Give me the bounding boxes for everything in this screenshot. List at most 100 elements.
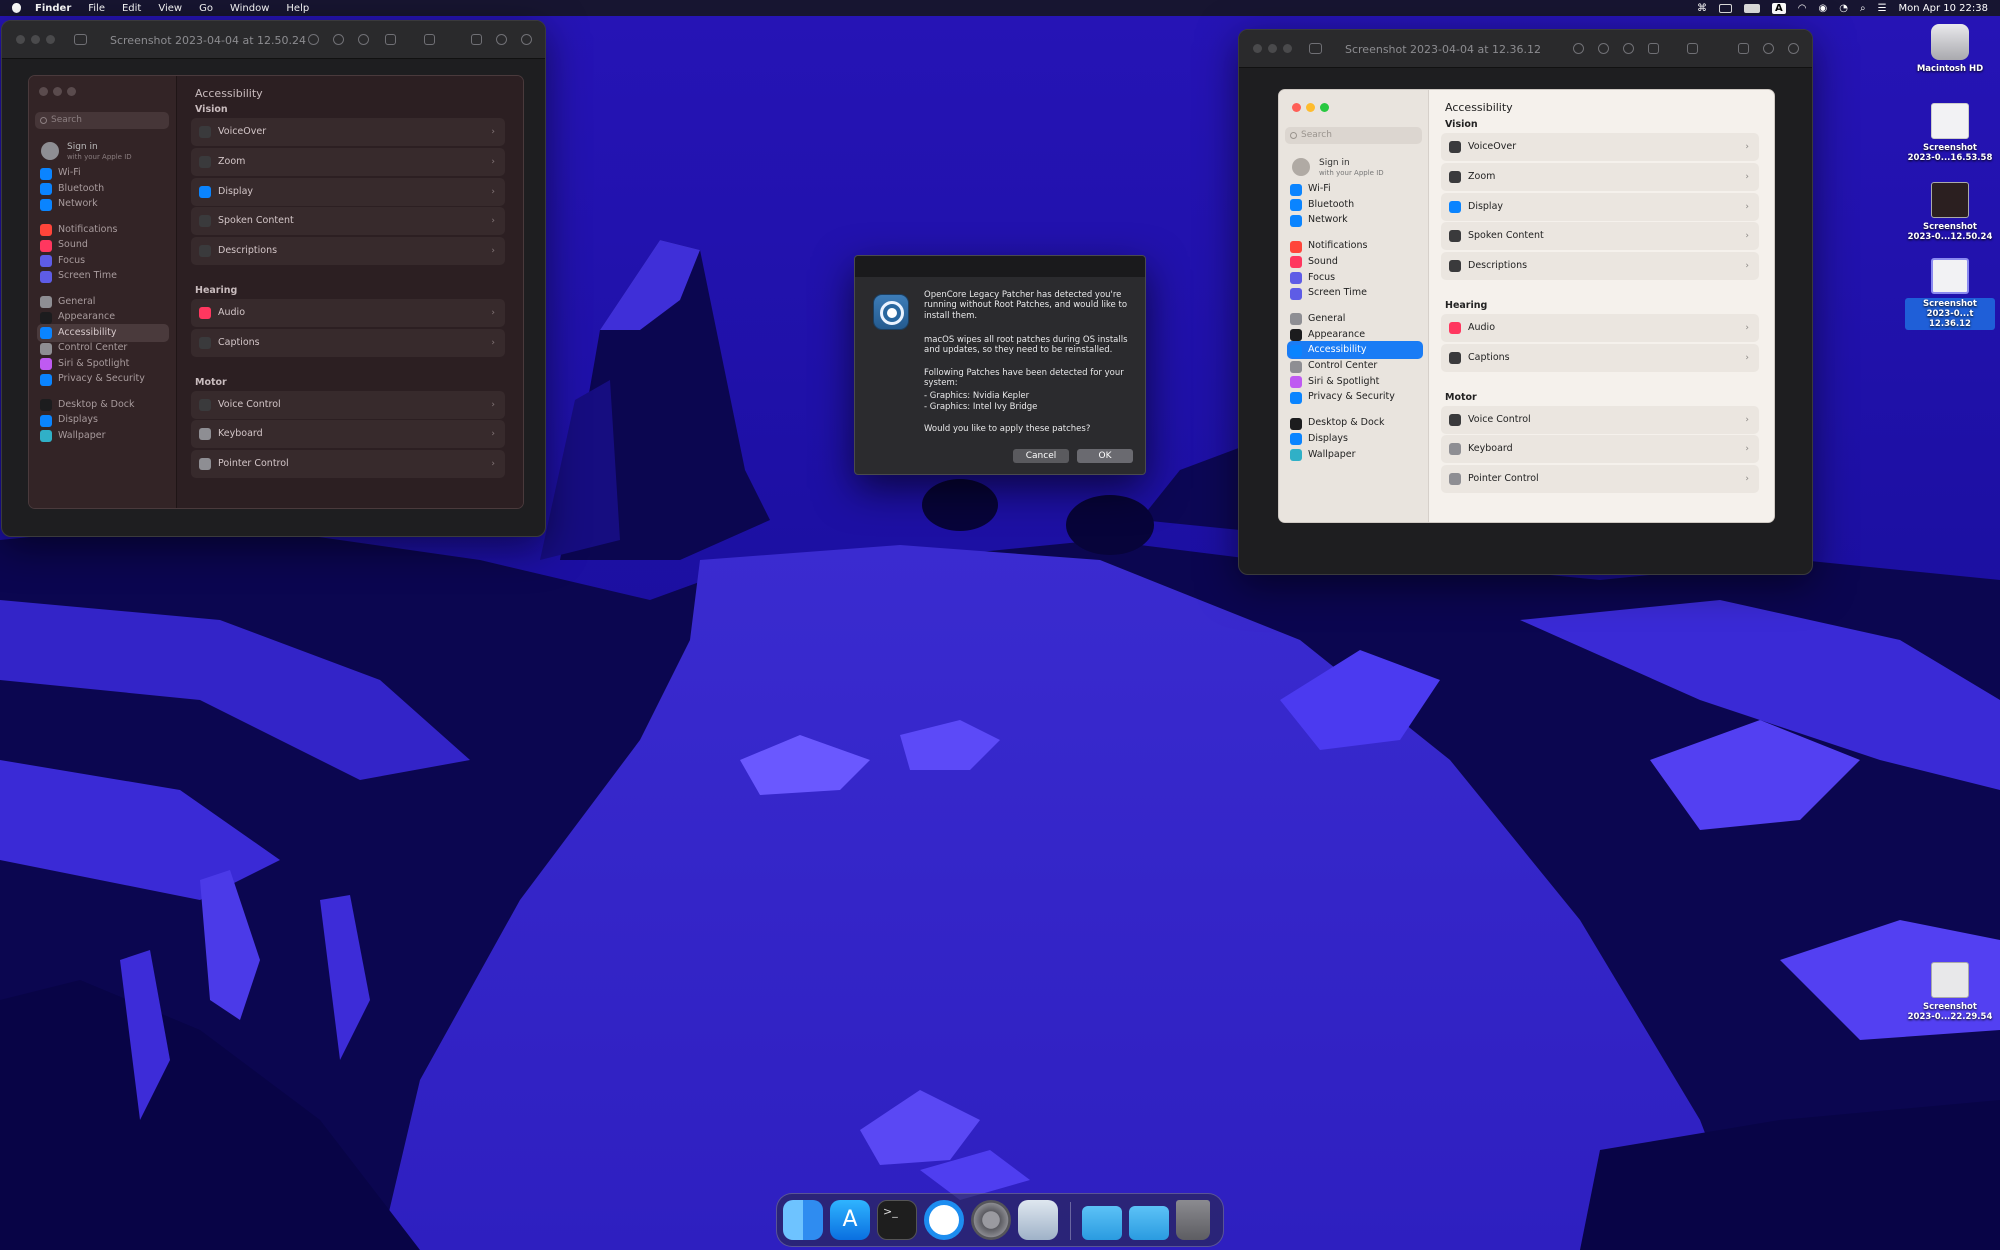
- markup-icon[interactable]: [424, 34, 435, 45]
- chevron-right-icon: ›: [491, 216, 495, 227]
- hand-icon: [1290, 391, 1302, 404]
- app-store-icon[interactable]: A: [830, 1200, 870, 1240]
- share-icon[interactable]: [385, 34, 396, 45]
- sidebar-item-network[interactable]: Network: [37, 195, 169, 213]
- zoom-out-icon[interactable]: [1598, 43, 1609, 54]
- sidebar-item-wallpaper[interactable]: Wallpaper: [37, 427, 169, 445]
- spotlight-icon[interactable]: ⌕: [1860, 3, 1866, 14]
- downloads-folder-icon[interactable]: [1129, 1206, 1169, 1240]
- menu-edit[interactable]: Edit: [122, 3, 141, 14]
- sun-icon: [40, 414, 52, 427]
- folder-icon[interactable]: [1082, 1206, 1122, 1240]
- minimize-button[interactable]: [1268, 44, 1277, 53]
- trash-icon[interactable]: [1176, 1200, 1210, 1240]
- command-icon[interactable]: ⌘: [1697, 3, 1707, 14]
- setting-row-audio[interactable]: Audio ›: [1441, 314, 1759, 342]
- setting-row-zoom[interactable]: Zoom ›: [1441, 162, 1759, 191]
- zoom-in-icon[interactable]: [1623, 43, 1634, 54]
- menubar-clock[interactable]: Mon Apr 10 22:38: [1899, 3, 1988, 14]
- sidebar-toggle-icon[interactable]: [74, 34, 87, 45]
- system-settings-icon[interactable]: [971, 1200, 1011, 1240]
- setting-row-descriptions[interactable]: Descriptions ›: [1441, 252, 1759, 281]
- safari-icon[interactable]: [924, 1200, 964, 1240]
- settings-sidebar: Search Sign in with your Apple ID Wi-Fi B…: [1279, 90, 1429, 522]
- setting-row-display[interactable]: Display ›: [1441, 192, 1759, 221]
- sidebar-item-privacy-security[interactable]: Privacy & Security: [1287, 388, 1423, 406]
- setting-row-pointer-control[interactable]: Pointer Control ›: [1441, 465, 1759, 494]
- setting-row-keyboard[interactable]: Keyboard ›: [191, 420, 505, 449]
- close-button: [1292, 103, 1301, 112]
- info-icon[interactable]: [1573, 43, 1584, 54]
- control-center-icon[interactable]: ☰: [1878, 3, 1887, 14]
- setting-row-display[interactable]: Display ›: [191, 177, 505, 206]
- user-icon[interactable]: ◉: [1818, 3, 1827, 14]
- markup-icon[interactable]: [1687, 43, 1698, 54]
- preview-icon[interactable]: [1018, 1200, 1058, 1240]
- close-button[interactable]: [16, 35, 25, 44]
- desktop-item-screenshot-1[interactable]: Screenshot 2023-0...16.53.58: [1905, 103, 1995, 163]
- setting-row-captions[interactable]: Captions ›: [1441, 343, 1759, 372]
- window-icon[interactable]: [1719, 3, 1732, 13]
- finder-icon[interactable]: [783, 1200, 823, 1240]
- menu-go[interactable]: Go: [199, 3, 213, 14]
- zoom-icon: [199, 155, 211, 168]
- setting-row-voiceover[interactable]: VoiceOver ›: [1441, 133, 1759, 161]
- setting-row-voice-control[interactable]: Voice Control ›: [191, 390, 505, 419]
- annotate-icon[interactable]: [1763, 43, 1774, 54]
- search-icon[interactable]: [1788, 43, 1799, 54]
- menu-window[interactable]: Window: [230, 3, 269, 14]
- appearance-icon: [1290, 329, 1302, 342]
- menu-finder[interactable]: Finder: [35, 3, 71, 14]
- setting-row-audio[interactable]: Audio ›: [191, 299, 505, 327]
- setting-row-pointer-control[interactable]: Pointer Control ›: [191, 450, 505, 479]
- sidebar-item-screen-time[interactable]: Screen Time: [1287, 284, 1423, 302]
- setting-row-descriptions[interactable]: Descriptions ›: [191, 237, 505, 266]
- sidebar-item-privacy-security[interactable]: Privacy & Security: [37, 370, 169, 388]
- zoom-button[interactable]: [46, 35, 55, 44]
- sidebar-item-screen-time[interactable]: Screen Time: [37, 267, 169, 285]
- wifi-icon[interactable]: ◠: [1798, 3, 1807, 14]
- setting-row-voice-control[interactable]: Voice Control ›: [1441, 405, 1759, 434]
- setting-row-captions[interactable]: Captions ›: [191, 328, 505, 357]
- sidebar-item-label: General: [1308, 312, 1346, 324]
- rotate-icon[interactable]: [1738, 43, 1749, 54]
- battery-icon[interactable]: [1744, 3, 1760, 13]
- close-button[interactable]: [1253, 44, 1262, 53]
- annotate-icon[interactable]: [496, 34, 507, 45]
- menu-view[interactable]: View: [158, 3, 182, 14]
- menu-help[interactable]: Help: [286, 3, 309, 14]
- setting-row-keyboard[interactable]: Keyboard ›: [1441, 435, 1759, 464]
- desktop-item-macintosh-hd[interactable]: Macintosh HD: [1905, 24, 1995, 74]
- zoom-in-icon[interactable]: [358, 34, 369, 45]
- minimize-button[interactable]: [31, 35, 40, 44]
- ok-button[interactable]: OK: [1077, 449, 1133, 463]
- desktop-item-screenshot-2[interactable]: Screenshot 2023-0...12.50.24: [1905, 182, 1995, 242]
- sidebar-item-wallpaper[interactable]: Wallpaper: [1287, 446, 1423, 464]
- search-input[interactable]: Search: [1285, 127, 1422, 144]
- share-icon[interactable]: [1648, 43, 1659, 54]
- rotate-icon[interactable]: [471, 34, 482, 45]
- search-input[interactable]: Search: [35, 112, 169, 129]
- sidebar-toggle-icon[interactable]: [1309, 43, 1322, 54]
- cancel-button[interactable]: Cancel: [1013, 449, 1069, 463]
- apple-logo-icon[interactable]: [12, 3, 21, 13]
- hand-icon: [40, 373, 52, 386]
- sidebar-item-network[interactable]: Network: [1287, 211, 1423, 229]
- sign-in-label[interactable]: Sign in: [67, 142, 98, 152]
- setting-row-label: Audio: [218, 307, 246, 318]
- sign-in-label[interactable]: Sign in: [1319, 158, 1350, 168]
- menu-file[interactable]: File: [88, 3, 105, 14]
- time-machine-icon[interactable]: ◔: [1839, 3, 1848, 14]
- desktop-item-screenshot-4[interactable]: Screenshot 2023-0...22.29.54: [1905, 962, 1995, 1022]
- zoom-out-icon[interactable]: [333, 34, 344, 45]
- setting-row-spoken-content[interactable]: Spoken Content ›: [1441, 222, 1759, 251]
- zoom-button[interactable]: [1283, 44, 1292, 53]
- info-icon[interactable]: [308, 34, 319, 45]
- setting-row-spoken-content[interactable]: Spoken Content ›: [191, 207, 505, 236]
- terminal-icon[interactable]: >_: [877, 1200, 917, 1240]
- desktop-item-screenshot-3[interactable]: Screenshot 2023-0...t 12.36.12: [1905, 258, 1995, 330]
- input-source-icon[interactable]: A: [1772, 2, 1786, 14]
- setting-row-voiceover[interactable]: VoiceOver ›: [191, 118, 505, 146]
- setting-row-zoom[interactable]: Zoom ›: [191, 147, 505, 176]
- search-icon[interactable]: [521, 34, 532, 45]
